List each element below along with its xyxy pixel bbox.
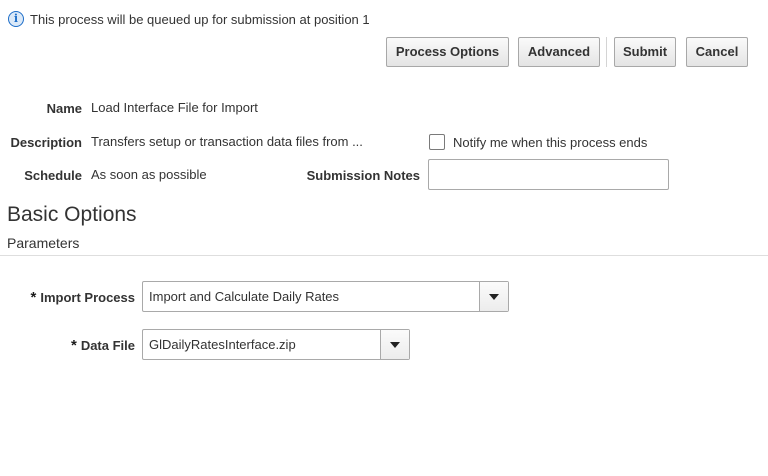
data-file-select[interactable]: GlDailyRatesInterface.zip (142, 329, 410, 360)
import-process-dropdown-button[interactable] (479, 282, 508, 311)
name-label: Name (46, 101, 82, 116)
data-file-label: Data File (80, 338, 135, 353)
name-value: Load Interface File for Import (91, 100, 258, 115)
data-file-dropdown-button[interactable] (380, 330, 409, 359)
process-options-button[interactable]: Process Options (386, 37, 509, 67)
info-message: i This process will be queued up for sub… (8, 10, 370, 28)
cancel-button[interactable]: Cancel (686, 37, 748, 67)
chevron-down-icon (390, 342, 400, 348)
toolbar-separator (606, 37, 607, 67)
data-file-label-group: * Data File (0, 337, 135, 354)
description-label: Description (10, 135, 82, 150)
info-icon: i (8, 11, 24, 27)
info-message-text: This process will be queued up for submi… (30, 11, 370, 27)
import-process-select[interactable]: Import and Calculate Daily Rates (142, 281, 509, 312)
notify-label: Notify me when this process ends (453, 135, 648, 150)
notify-checkbox[interactable] (429, 134, 445, 150)
submission-notes-label: Submission Notes (306, 168, 420, 183)
import-process-value: Import and Calculate Daily Rates (149, 289, 340, 304)
chevron-down-icon (489, 294, 499, 300)
section-divider (0, 255, 768, 256)
section-subtitle: Parameters (7, 235, 80, 251)
schedule-value: As soon as possible (91, 167, 207, 182)
submission-notes-input[interactable] (428, 159, 669, 190)
advanced-button[interactable]: Advanced (518, 37, 600, 67)
submit-button[interactable]: Submit (614, 37, 676, 67)
data-file-value: GlDailyRatesInterface.zip (149, 337, 296, 352)
import-process-label: Import Process (40, 290, 135, 305)
required-marker: * (30, 289, 37, 306)
required-marker: * (70, 337, 77, 354)
description-value: Transfers setup or transaction data file… (91, 134, 363, 149)
section-title: Basic Options (7, 203, 137, 226)
schedule-label: Schedule (24, 168, 82, 183)
import-process-label-group: * Import Process (0, 289, 136, 306)
